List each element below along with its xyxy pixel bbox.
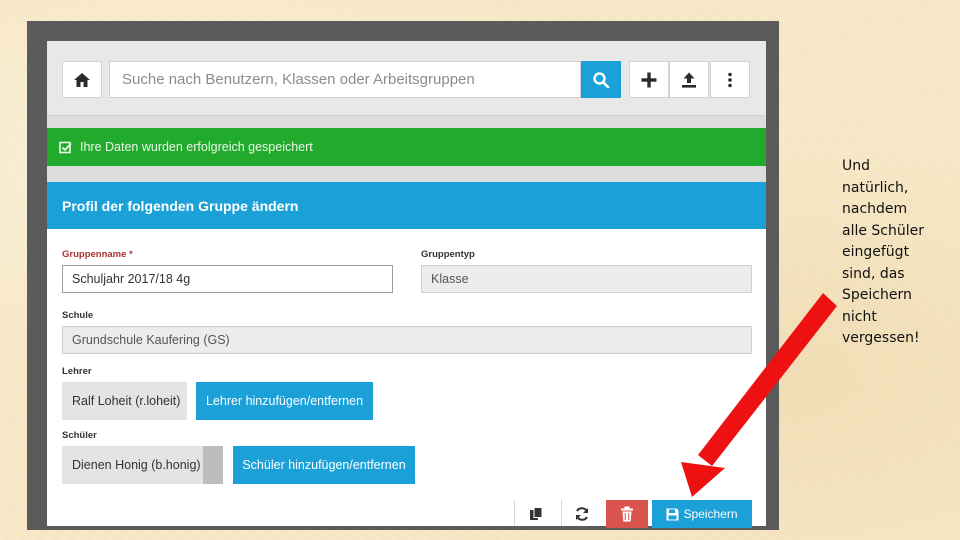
group-name-label: Gruppenname * [62,249,133,260]
group-type-field: Klasse [421,265,752,293]
search-icon [593,71,610,88]
refresh-icon [576,507,588,521]
more-vertical-icon [728,72,732,87]
students-label: Schüler [62,430,97,441]
more-button[interactable] [710,61,750,98]
action-divider [514,500,515,526]
copy-icon [530,507,543,520]
action-divider [561,500,562,526]
school-label: Schule [62,310,94,321]
save-icon [666,508,679,520]
refresh-button[interactable] [565,500,599,528]
app-window: Ihre Daten wurden erfolgreich gespeicher… [47,41,766,528]
trash-icon [621,506,633,522]
copy-button[interactable] [519,500,553,528]
upload-icon [682,72,696,88]
add-button[interactable] [629,61,669,98]
edit-students-button[interactable]: Schüler hinzufügen/entfernen [233,446,415,484]
home-button[interactable] [62,61,102,98]
home-icon [74,72,90,87]
top-toolbar [47,41,766,116]
success-message: Ihre Daten wurden erfolgreich gespeicher… [80,140,313,154]
save-button[interactable]: Speichern [652,500,752,528]
group-type-label: Gruppentyp [421,249,475,260]
annotation-text: Und natürlich, nachdem alle Schüler eing… [842,158,925,346]
delete-button[interactable] [606,500,648,528]
teacher-entry: Ralf Loheit (r.loheit) [62,382,187,420]
group-name-input[interactable]: Schuljahr 2017/18 4g [62,265,393,293]
edit-teachers-button[interactable]: Lehrer hinzufügen/entfernen [196,382,373,420]
student-entry: Dienen Honig (b.honig) [72,458,201,472]
panel-title: Profil der folgenden Gruppe ändern [47,182,766,229]
plus-icon [641,72,657,87]
screenshot-frame: Ihre Daten wurden erfolgreich gespeicher… [27,21,779,530]
students-list[interactable]: Dienen Honig (b.honig) [62,446,223,484]
checkbox-check-icon [59,141,72,154]
teacher-label: Lehrer [62,366,92,377]
search-input[interactable] [109,61,581,98]
students-list-scrollbar[interactable] [203,446,223,484]
search-button[interactable] [581,61,621,98]
edit-group-panel: Profil der folgenden Gruppe ändern Grupp… [47,182,766,528]
upload-button[interactable] [669,61,709,98]
success-banner: Ihre Daten wurden erfolgreich gespeicher… [47,128,766,166]
school-field: Grundschule Kaufering (GS) [62,326,752,354]
save-label: Speichern [683,507,738,521]
